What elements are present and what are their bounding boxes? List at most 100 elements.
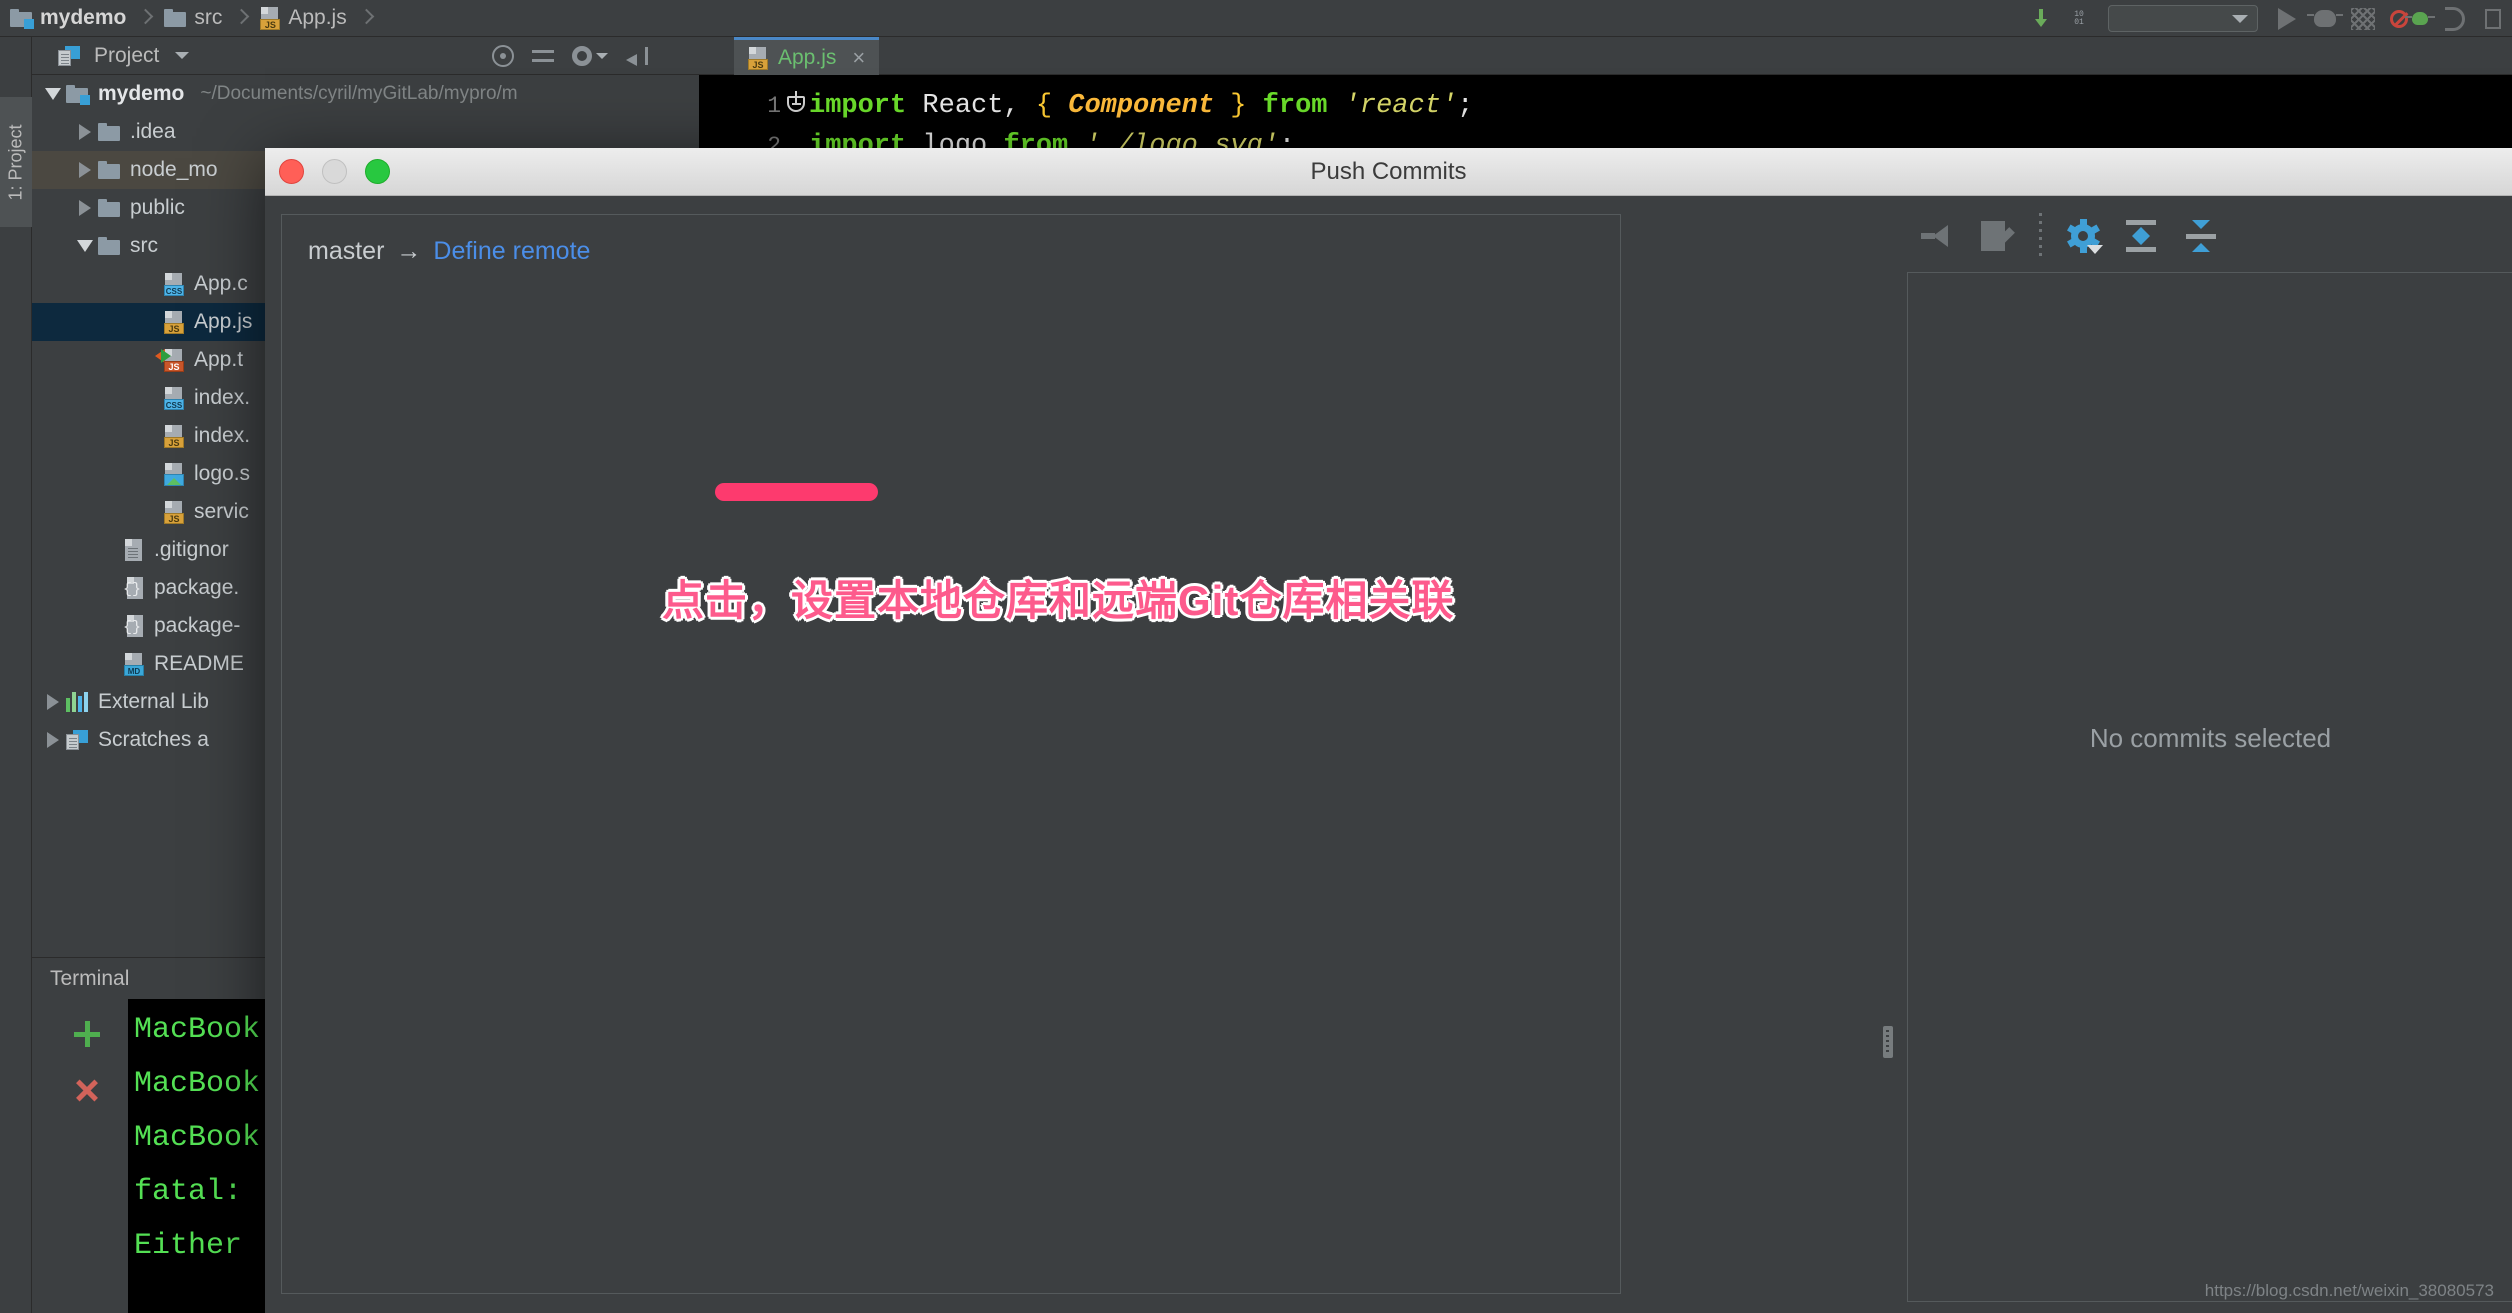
tree-label: App.js (194, 310, 253, 333)
dialog-title-bar: Push Commits (265, 148, 2512, 196)
tree-label: servic (194, 500, 249, 523)
close-icon[interactable]: × (852, 45, 865, 71)
toolbar-separator (2039, 213, 2042, 259)
project-view-icon (58, 45, 80, 66)
twisty-right-icon[interactable] (72, 113, 98, 151)
twisty-right-icon[interactable] (72, 151, 98, 189)
minimize-button[interactable] (322, 159, 347, 184)
markdown-file-icon: MD (124, 653, 144, 676)
define-remote-link[interactable]: Define remote (433, 237, 590, 266)
search-everywhere-icon[interactable] (2474, 0, 2512, 37)
expand-all-icon[interactable] (2124, 219, 2158, 253)
terminal-title: Terminal (50, 966, 130, 990)
code-line-1: import React, { Component } from 'react'… (809, 91, 1474, 121)
breadcrumb-label: mydemo (40, 6, 127, 29)
image-file-icon (164, 463, 184, 486)
edit-commit-message-icon[interactable] (1979, 219, 2013, 253)
twisty-none (138, 417, 164, 455)
breadcrumb-item-appjs[interactable]: JS App.js (250, 0, 350, 37)
collapse-all-icon[interactable] (2184, 219, 2218, 253)
json-file-icon: {} (123, 577, 144, 599)
folder-module-icon (10, 9, 34, 29)
settings-icon[interactable] (572, 46, 608, 66)
folder-module-icon (66, 85, 90, 105)
annotation-underline (715, 483, 878, 501)
tree-label: App.c (194, 272, 248, 295)
breadcrumb-item-src[interactable]: src (154, 0, 226, 37)
project-panel-header: Project (32, 37, 699, 75)
phone-icon[interactable] (2436, 0, 2474, 37)
tree-label: App.t (194, 348, 244, 371)
tree-label: External Lib (98, 690, 209, 713)
settings-gear-icon[interactable] (2067, 219, 2103, 254)
tree-project-path: ~/Documents/cyril/myGitLab/mypro/m (200, 83, 518, 104)
detail-empty-box: No commits selected (1907, 272, 2512, 1302)
twisty-none (98, 645, 124, 683)
twisty-right-icon[interactable] (40, 721, 66, 759)
libraries-icon (66, 692, 88, 712)
local-branch-label: master (308, 237, 385, 265)
twisty-right-icon[interactable] (72, 189, 98, 227)
breadcrumb-label: App.js (288, 6, 347, 29)
scratches-icon (66, 730, 88, 750)
tree-label: Scratches a (98, 728, 209, 751)
collapse-all-icon[interactable] (532, 47, 554, 65)
locate-icon[interactable] (492, 45, 514, 67)
twisty-right-icon[interactable] (40, 683, 66, 721)
folder-icon (98, 237, 120, 255)
js-file-icon: JS (748, 46, 768, 70)
terminal-line: MacBook (134, 1013, 261, 1047)
folder-icon (98, 123, 120, 141)
js-test-file-icon: JS (155, 349, 184, 372)
editor-tab-bar: JS App.js × (699, 37, 2512, 75)
commits-tree-pane[interactable]: master → Define remote 点击，设置本地仓库和远端Git仓库… (281, 214, 1621, 1294)
js-file-icon: JS (260, 7, 281, 30)
run-icon[interactable] (2268, 0, 2306, 37)
no-commits-message: No commits selected (2089, 723, 2332, 753)
folder-icon (164, 9, 187, 27)
stop-attach-icon[interactable] (2382, 0, 2436, 37)
breadcrumb-item-mydemo[interactable]: mydemo (0, 0, 130, 37)
coverage-icon[interactable] (2344, 0, 2382, 37)
tab-app-js[interactable]: JS App.js × (734, 37, 880, 75)
terminal-gutter (56, 999, 126, 1313)
binary-bottom: 01 (2074, 17, 2084, 27)
tree-row-mydemo[interactable]: mydemo ~/Documents/cyril/myGitLab/mypro/… (32, 75, 699, 113)
zoom-button[interactable] (365, 159, 390, 184)
download-arrow-icon[interactable] (2022, 0, 2060, 37)
css-file-icon: CSS (164, 387, 184, 410)
json-file-icon: {} (123, 615, 144, 637)
dialog-body: master → Define remote 点击，设置本地仓库和远端Git仓库… (265, 196, 2512, 1313)
run-configurations-dropdown[interactable] (2108, 5, 2258, 32)
add-tab-icon[interactable] (74, 1021, 100, 1047)
breadcrumb-chevron-icon (234, 0, 250, 37)
twisty-none (138, 455, 164, 493)
twisty-none (98, 607, 124, 645)
chevron-down-icon[interactable] (175, 52, 190, 59)
tree-label: index. (194, 386, 251, 409)
navigation-bar: mydemo src JS App.js 10 01 (0, 0, 2512, 37)
close-button[interactable] (279, 159, 304, 184)
project-toolbar (492, 37, 648, 75)
twisty-down-icon[interactable] (40, 75, 66, 113)
collapse-selection-icon[interactable] (1919, 219, 1953, 253)
terminal-line: Either (134, 1229, 243, 1263)
pane-splitter-handle[interactable] (1883, 1026, 1893, 1058)
debug-icon[interactable] (2306, 0, 2344, 37)
terminal-line: fatal: (134, 1175, 243, 1209)
tree-label: mydemo (98, 82, 185, 105)
tree-label: logo.s (194, 462, 251, 485)
close-tab-icon[interactable] (74, 1077, 100, 1103)
tree-label: .gitignor (154, 538, 229, 561)
watermark-url: https://blog.csdn.net/weixin_38080573 (2204, 1281, 2494, 1300)
tree-row-idea[interactable]: .idea (32, 113, 699, 151)
code-fold-icon[interactable] (785, 91, 807, 119)
breadcrumb-chevron-icon (138, 0, 154, 37)
terminal-line: MacBook (134, 1067, 261, 1101)
tree-label: public (130, 196, 185, 219)
commit-detail-pane: No commits selected (1895, 196, 2512, 1313)
folder-icon (98, 161, 120, 179)
twisty-down-icon[interactable] (72, 227, 98, 265)
sidebar-item-project-tab[interactable]: 1: Project (0, 97, 32, 227)
hide-icon[interactable] (626, 47, 648, 66)
